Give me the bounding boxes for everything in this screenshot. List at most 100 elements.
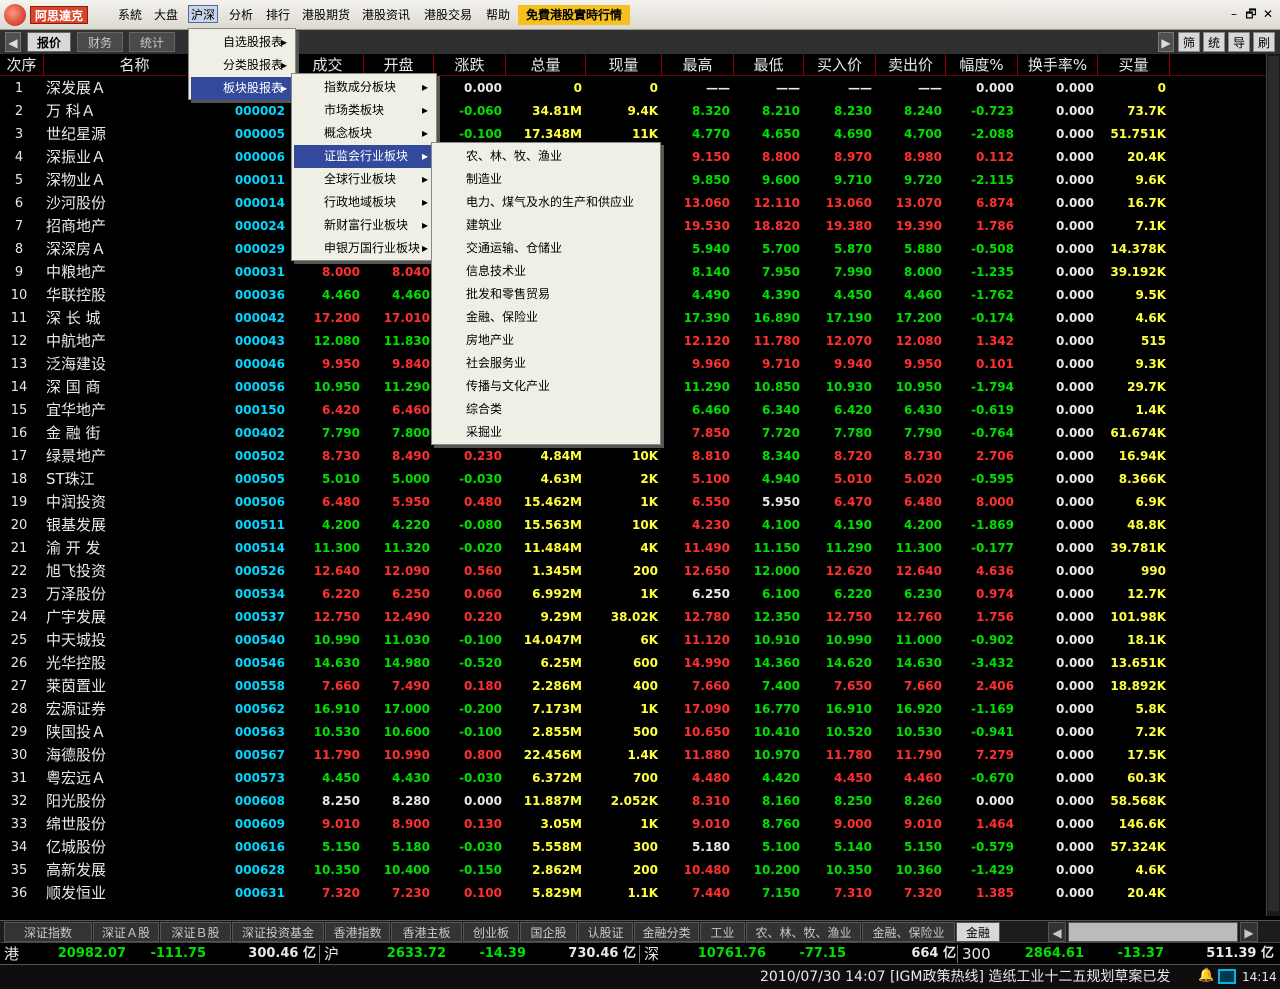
- cell-bid: 5.140: [834, 840, 872, 854]
- tab-quote[interactable]: 报价: [27, 32, 71, 52]
- col-bid-vol[interactable]: 买量: [1098, 54, 1170, 76]
- table-row[interactable]: 21 渝 开 发 000514 11.300 11.320 -0.020 11.484M 4K…: [0, 537, 1268, 560]
- table-row[interactable]: 17 绿景地产 000502 8.730 8.490 0.230 4.84M 10K 8.810…: [0, 445, 1268, 468]
- bell-icon[interactable]: 🔔: [1198, 968, 1214, 986]
- table-row[interactable]: 35 高新发展 000628 10.350 10.400 -0.150 2.862M 200 1…: [0, 859, 1268, 882]
- table-row[interactable]: 29 陕国投Ａ 000563 10.530 10.600 -0.100 2.855M 500 1…: [0, 721, 1268, 744]
- refresh-button[interactable]: 刷: [1253, 32, 1275, 52]
- restore-icon[interactable]: 🗗: [1243, 5, 1259, 23]
- sector-menu-item[interactable]: 全球行业板块 ▸: [294, 168, 434, 191]
- industry-menu-item[interactable]: 农、林、牧、渔业: [434, 145, 658, 168]
- bottom-tab[interactable]: 认股证: [578, 922, 633, 942]
- stats-button[interactable]: 统: [1203, 32, 1225, 52]
- menu-system[interactable]: 系統: [116, 6, 144, 24]
- table-row[interactable]: 25 中天城投 000540 10.990 11.030 -0.100 14.047M 6K 1…: [0, 629, 1268, 652]
- col-bid[interactable]: 买入价: [804, 54, 876, 76]
- industry-menu-item[interactable]: 制造业: [434, 168, 658, 191]
- col-change[interactable]: 涨跌: [434, 54, 506, 76]
- close-icon[interactable]: ✕: [1260, 5, 1276, 23]
- menu-hushen[interactable]: 沪深: [188, 5, 219, 23]
- industry-menu-item[interactable]: 批发和零售贸易: [434, 283, 658, 306]
- promo-button[interactable]: 免費港股實時行情: [518, 5, 630, 25]
- bottom-tab[interactable]: 金融分类: [634, 922, 699, 942]
- industry-menu-item[interactable]: 采掘业: [434, 421, 658, 444]
- table-row[interactable]: 19 中润投资 000506 6.480 5.950 0.480 15.462M 1K 6.55…: [0, 491, 1268, 514]
- tab-finance[interactable]: 财务: [77, 32, 123, 52]
- industry-menu-item[interactable]: 房地产业: [434, 329, 658, 352]
- bottom-tab[interactable]: 金融: [956, 922, 1000, 942]
- sector-menu-item[interactable]: 指数成分板块 ▸: [294, 76, 434, 99]
- table-row[interactable]: 22 旭飞投资 000526 12.640 12.090 0.560 1.345M 200 12…: [0, 560, 1268, 583]
- minimize-icon[interactable]: –: [1226, 5, 1242, 23]
- tabs-scrollbar[interactable]: [1068, 922, 1238, 942]
- table-row[interactable]: 23 万泽股份 000534 6.220 6.250 0.060 6.992M 1K 6.250…: [0, 583, 1268, 606]
- bottom-tab[interactable]: 深证指数: [4, 922, 92, 942]
- col-cur-vol[interactable]: 现量: [586, 54, 662, 76]
- sector-menu-item[interactable]: 证监会行业板块 ▸: [294, 145, 434, 168]
- bottom-tab[interactable]: 金融、保险业: [862, 922, 955, 942]
- bottom-tab[interactable]: 深证Ｂ股: [160, 922, 231, 942]
- menu-hk-futures[interactable]: 港股期货: [300, 6, 352, 24]
- news-ticker[interactable]: 2010/07/30 14:07 [IGM政策热线] 造纸工业十二五规划草案已发: [760, 967, 1192, 987]
- menu-hk-news[interactable]: 港股资讯: [360, 6, 412, 24]
- industry-menu-item[interactable]: 建筑业: [434, 214, 658, 237]
- filter-button[interactable]: 筛: [1178, 32, 1200, 52]
- sector-menu-item[interactable]: 行政地域板块 ▸: [294, 191, 434, 214]
- sector-menu-item[interactable]: 市场类板块 ▸: [294, 99, 434, 122]
- menu-analysis[interactable]: 分析: [227, 6, 255, 24]
- menu-ranking[interactable]: 排行: [264, 6, 292, 24]
- table-row[interactable]: 31 粤宏远Ａ 000573 4.450 4.430 -0.030 6.372M 700 4.4…: [0, 767, 1268, 790]
- industry-menu-item[interactable]: 社会服务业: [434, 352, 658, 375]
- bottom-tab[interactable]: 工业: [700, 922, 745, 942]
- bottom-tab[interactable]: 农、林、牧、渔业: [746, 922, 861, 942]
- tab-stats[interactable]: 统计: [129, 32, 175, 52]
- report-menu-item[interactable]: 分类股报表 ▸: [191, 54, 293, 77]
- col-low[interactable]: 最低: [734, 54, 804, 76]
- table-row[interactable]: 36 顺发恒业 000631 7.320 7.230 0.100 5.829M 1.1K 7.4…: [0, 882, 1268, 905]
- menu-market[interactable]: 大盘: [152, 6, 180, 24]
- table-row[interactable]: 33 绵世股份 000609 9.010 8.900 0.130 3.05M 1K 9.010 8…: [0, 813, 1268, 836]
- industry-menu-item[interactable]: 信息技术业: [434, 260, 658, 283]
- col-volume[interactable]: 总量: [506, 54, 586, 76]
- industry-menu-item[interactable]: 传播与文化产业: [434, 375, 658, 398]
- table-row[interactable]: 2 万 科Ａ 000002 -0.060 34.81M 9.4K 8.320 8.210 8.2…: [0, 100, 1268, 123]
- table-row[interactable]: 24 广宇发展 000537 12.750 12.490 0.220 9.29M 38.02K…: [0, 606, 1268, 629]
- table-row[interactable]: 28 宏源证券 000562 16.910 17.000 -0.200 7.173M 1K 17…: [0, 698, 1268, 721]
- col-ask[interactable]: 卖出价: [876, 54, 946, 76]
- bottom-tab[interactable]: 深证投资基金: [232, 922, 324, 942]
- bottom-tab[interactable]: 香港指数: [325, 922, 390, 942]
- table-row[interactable]: 18 ST珠江 000505 5.010 5.000 -0.030 4.63M 2K 5.100…: [0, 468, 1268, 491]
- industry-menu-item[interactable]: 交通运输、仓储业: [434, 237, 658, 260]
- industry-menu-item[interactable]: 金融、保险业: [434, 306, 658, 329]
- menu-help[interactable]: 帮助: [484, 6, 512, 24]
- menu-hk-trade[interactable]: 港股交易: [422, 6, 474, 24]
- export-button[interactable]: 导: [1228, 32, 1250, 52]
- sector-menu-item[interactable]: 概念板块 ▸: [294, 122, 434, 145]
- bottom-tab[interactable]: 深证Ａ股: [93, 922, 159, 942]
- report-menu-item[interactable]: 板块股报表 ▸: [191, 77, 293, 100]
- industry-menu-item[interactable]: 综合类: [434, 398, 658, 421]
- tabs-scroll-right-icon[interactable]: ▶: [1240, 922, 1258, 942]
- report-menu-item[interactable]: 自选股报表 ▸: [191, 31, 293, 54]
- scroll-right-icon[interactable]: ▶: [1158, 32, 1174, 52]
- bottom-tab[interactable]: 创业板: [463, 922, 519, 942]
- table-row[interactable]: 30 海德股份 000567 11.790 10.990 0.800 22.456M 1.4K…: [0, 744, 1268, 767]
- scroll-left-icon[interactable]: ◀: [5, 32, 21, 52]
- vertical-scrollbar[interactable]: [1266, 54, 1280, 916]
- col-turnover[interactable]: 换手率%: [1018, 54, 1098, 76]
- bottom-tab[interactable]: 国企股: [520, 922, 577, 942]
- col-high[interactable]: 最高: [662, 54, 734, 76]
- table-row[interactable]: 26 光华控股 000546 14.630 14.980 -0.520 6.25M 600 14…: [0, 652, 1268, 675]
- table-row[interactable]: 34 亿城股份 000616 5.150 5.180 -0.030 5.558M 300 5.1…: [0, 836, 1268, 859]
- sector-menu-item[interactable]: 申银万国行业板块 ▸: [294, 237, 434, 260]
- tabs-scroll-left-icon[interactable]: ◀: [1048, 922, 1066, 942]
- col-pct[interactable]: 幅度%: [946, 54, 1018, 76]
- table-row[interactable]: 32 阳光股份 000608 8.250 8.280 0.000 11.887M 2.052K…: [0, 790, 1268, 813]
- industry-menu-item[interactable]: 电力、煤气及水的生产和供应业: [434, 191, 658, 214]
- col-index[interactable]: 次序: [0, 54, 44, 76]
- monitor-icon[interactable]: [1218, 969, 1236, 984]
- bottom-tab[interactable]: 香港主板: [391, 922, 462, 942]
- sector-menu-item[interactable]: 新财富行业板块 ▸: [294, 214, 434, 237]
- table-row[interactable]: 27 莱茵置业 000558 7.660 7.490 0.180 2.286M 400 7.66…: [0, 675, 1268, 698]
- table-row[interactable]: 20 银基发展 000511 4.200 4.220 -0.080 15.563M 10K 4.…: [0, 514, 1268, 537]
